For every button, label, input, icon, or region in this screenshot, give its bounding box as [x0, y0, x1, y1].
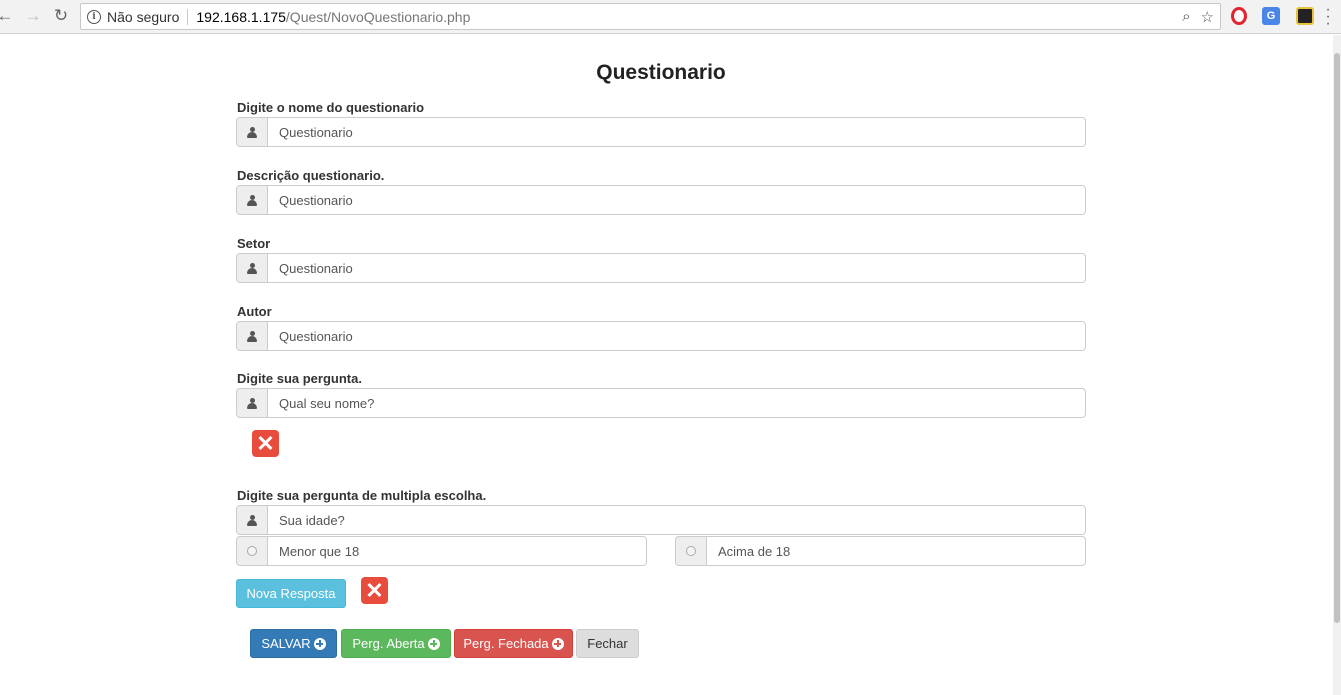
zoom-icon[interactable]: ⌕	[1182, 8, 1190, 26]
reload-icon[interactable]: ↻	[50, 5, 72, 27]
nova-resposta-label: Nova Resposta	[246, 586, 336, 601]
salvar-label: SALVAR	[261, 636, 311, 651]
forward-arrow-icon[interactable]: →	[22, 5, 44, 27]
address-bar[interactable]: i Não seguro 192.168.1.175/Quest/NovoQue…	[80, 3, 1221, 30]
scrollbar[interactable]	[1333, 35, 1341, 695]
perg-aberta-button[interactable]: Perg. Aberta	[341, 629, 451, 658]
fechar-label: Fechar	[587, 636, 628, 651]
pergunta-input-group	[236, 388, 1086, 418]
perg-fechada-label: Perg. Fechada	[463, 636, 549, 651]
plus-circle-icon	[551, 637, 564, 650]
multipla-label: Digite sua pergunta de multipla escolha.	[237, 488, 487, 503]
pergunta-input[interactable]	[268, 388, 1086, 418]
scrollbar-thumb[interactable]	[1334, 53, 1340, 623]
radio-icon[interactable]	[686, 546, 696, 556]
star-icon[interactable]: ☆	[1201, 8, 1214, 26]
page-title: Questionario	[596, 61, 726, 84]
user-addon	[236, 388, 268, 418]
setor-input-group	[236, 253, 1086, 283]
perg-aberta-label: Perg. Aberta	[352, 636, 425, 651]
user-addon	[236, 117, 268, 147]
divider	[187, 8, 189, 25]
radio-addon[interactable]	[675, 536, 707, 566]
translate-extension-icon[interactable]: G	[1262, 7, 1280, 25]
extension-icon[interactable]	[1296, 7, 1314, 25]
salvar-button[interactable]: SALVAR	[250, 629, 337, 658]
plus-circle-icon	[427, 637, 440, 650]
menu-dots-icon[interactable]: · · ·	[1325, 2, 1331, 32]
autor-label: Autor	[237, 304, 272, 319]
opera-extension-icon[interactable]	[1231, 7, 1247, 25]
info-icon[interactable]: i	[87, 9, 101, 24]
user-addon	[236, 321, 268, 351]
user-addon	[236, 253, 268, 283]
user-addon	[236, 505, 268, 535]
user-icon	[247, 262, 257, 274]
fechar-button[interactable]: Fechar	[576, 629, 639, 658]
pergunta-label: Digite sua pergunta.	[237, 371, 362, 386]
nova-resposta-button[interactable]: Nova Resposta	[236, 579, 346, 608]
user-icon	[247, 397, 257, 409]
autor-input-group	[236, 321, 1086, 351]
nome-input-group	[236, 117, 1086, 147]
option-input[interactable]	[707, 536, 1086, 566]
option-input[interactable]	[268, 536, 647, 566]
user-icon	[247, 194, 257, 206]
setor-input[interactable]	[268, 253, 1086, 283]
nome-label: Digite o nome do questionario	[237, 100, 425, 115]
descricao-input-group	[236, 185, 1086, 215]
option-input-group	[236, 536, 647, 566]
remove-pergunta-button[interactable]: ✕	[252, 430, 279, 457]
back-arrow-icon[interactable]: ←	[0, 5, 16, 27]
radio-addon[interactable]	[236, 536, 268, 566]
browser-toolbar: ← → ↻ i Não seguro 192.168.1.175/Quest/N…	[0, 0, 1341, 34]
perg-fechada-button[interactable]: Perg. Fechada	[454, 629, 573, 658]
security-label[interactable]: Não seguro	[107, 9, 179, 25]
multipla-input[interactable]	[268, 505, 1086, 535]
descricao-label: Descrição questionario.	[237, 168, 385, 183]
user-icon	[247, 514, 257, 526]
autor-input[interactable]	[268, 321, 1086, 351]
radio-icon[interactable]	[247, 546, 257, 556]
user-addon	[236, 185, 268, 215]
remove-multipla-button[interactable]: ✕	[361, 577, 388, 604]
nome-input[interactable]	[268, 117, 1086, 147]
multipla-input-group	[236, 505, 1086, 535]
option-input-group	[675, 536, 1086, 566]
url-path[interactable]: /Quest/NovoQuestionario.php	[286, 9, 470, 25]
descricao-input[interactable]	[268, 185, 1086, 215]
user-icon	[247, 330, 257, 342]
plus-circle-icon	[313, 637, 326, 650]
url-host[interactable]: 192.168.1.175	[196, 9, 286, 25]
user-icon	[247, 126, 257, 138]
setor-label: Setor	[237, 236, 271, 251]
